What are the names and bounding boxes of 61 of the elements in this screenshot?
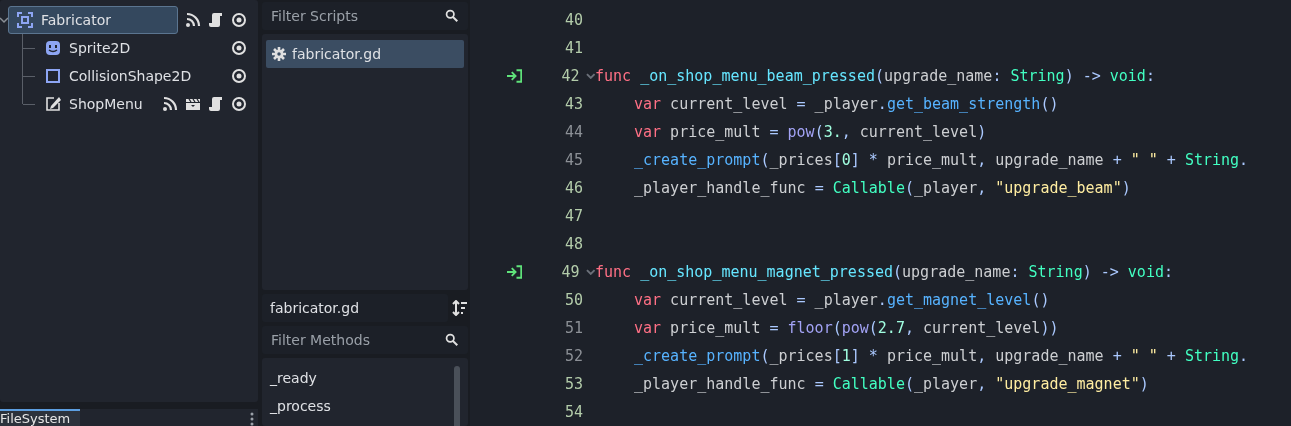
line-number: 40 bbox=[563, 11, 583, 29]
fold-chevron-icon[interactable] bbox=[585, 269, 595, 275]
line-number: 45 bbox=[563, 151, 583, 169]
code-line: _create_prompt(_prices[1] * price_mult, upgrade_name + " " + String. bbox=[633, 347, 1249, 365]
gear-icon bbox=[272, 47, 286, 61]
sort-icon[interactable] bbox=[452, 300, 468, 316]
line-number: 53 bbox=[563, 375, 583, 393]
code-line: var price_mult = floor(pow(2.7, current_level)) bbox=[633, 319, 1059, 337]
signal-connection-icon[interactable] bbox=[507, 69, 523, 83]
line-number: 44 bbox=[563, 123, 583, 141]
scene-tree-item[interactable]: Sprite2D bbox=[36, 34, 140, 62]
code-line: _player_handle_func = Callable(_player, "upgrade_beam") bbox=[633, 179, 1131, 197]
scene-tree-item[interactable]: Fabricator bbox=[8, 6, 178, 34]
line-number: 51 bbox=[563, 319, 583, 337]
line-number: 49 bbox=[560, 263, 580, 281]
sprite-face-icon bbox=[45, 40, 61, 56]
code-line: func _on_shop_menu_magnet_pressed(upgrade_name: String) -> void: bbox=[595, 263, 1173, 281]
square-outline-icon bbox=[45, 68, 61, 84]
visibility-eye-icon[interactable] bbox=[231, 40, 247, 56]
script-icon[interactable] bbox=[208, 12, 224, 28]
fold-chevron-icon[interactable] bbox=[585, 73, 595, 79]
signal-icon[interactable] bbox=[185, 12, 201, 28]
line-number: 42 bbox=[560, 67, 580, 85]
current-script-label: fabricator.gd bbox=[262, 294, 448, 322]
line-number: 47 bbox=[563, 207, 583, 225]
line-number: 43 bbox=[563, 95, 583, 113]
kebab-menu-icon[interactable] bbox=[250, 412, 254, 426]
search-icon[interactable] bbox=[445, 333, 459, 347]
method-list-item[interactable]: _ready bbox=[270, 370, 317, 386]
code-line: var current_level = _player.get_beam_strength() bbox=[633, 95, 1059, 113]
script-icon[interactable] bbox=[208, 96, 224, 112]
collapse-chevron-icon[interactable] bbox=[0, 16, 8, 24]
code-line: func _on_shop_menu_beam_pressed(upgrade_name: String) -> void: bbox=[595, 67, 1155, 85]
filter-scripts-field[interactable]: Filter Scripts bbox=[262, 2, 468, 30]
scrollbar[interactable] bbox=[454, 366, 460, 426]
scene-tree-item[interactable]: ShopMenu bbox=[36, 90, 152, 118]
script-list-item[interactable]: fabricator.gd bbox=[266, 40, 464, 68]
code-line: _create_prompt(_prices[0] * price_mult, upgrade_name + " " + String. bbox=[633, 151, 1249, 169]
code-line: var current_level = _player.get_magnet_level() bbox=[633, 291, 1050, 309]
line-number: 54 bbox=[563, 403, 583, 421]
line-number: 50 bbox=[563, 291, 583, 309]
scene-tree-item[interactable]: CollisionShape2D bbox=[36, 62, 201, 90]
dock-tab[interactable]: FileSystem bbox=[0, 409, 81, 426]
code-line: _player_handle_func = Callable(_player, "upgrade_magnet") bbox=[633, 375, 1149, 393]
search-icon[interactable] bbox=[445, 9, 459, 23]
line-number: 48 bbox=[563, 235, 583, 253]
line-number: 41 bbox=[563, 39, 583, 57]
tree-line bbox=[22, 34, 36, 62]
signal-connection-icon[interactable] bbox=[507, 265, 523, 279]
node-frame-icon bbox=[17, 12, 33, 28]
visibility-eye-icon[interactable] bbox=[231, 96, 247, 112]
visibility-eye-icon[interactable] bbox=[231, 68, 247, 84]
code-line: var price_mult = pow(3., current_level) bbox=[633, 123, 987, 141]
method-list-item[interactable]: _process bbox=[270, 398, 331, 414]
signal-icon[interactable] bbox=[162, 96, 178, 112]
visibility-eye-icon[interactable] bbox=[231, 12, 247, 28]
filter-methods-field[interactable]: Filter Methods bbox=[262, 326, 468, 354]
line-number: 52 bbox=[563, 347, 583, 365]
line-number: 46 bbox=[563, 179, 583, 197]
clapperboard-icon[interactable] bbox=[185, 96, 201, 112]
pen-square-icon bbox=[45, 96, 61, 112]
